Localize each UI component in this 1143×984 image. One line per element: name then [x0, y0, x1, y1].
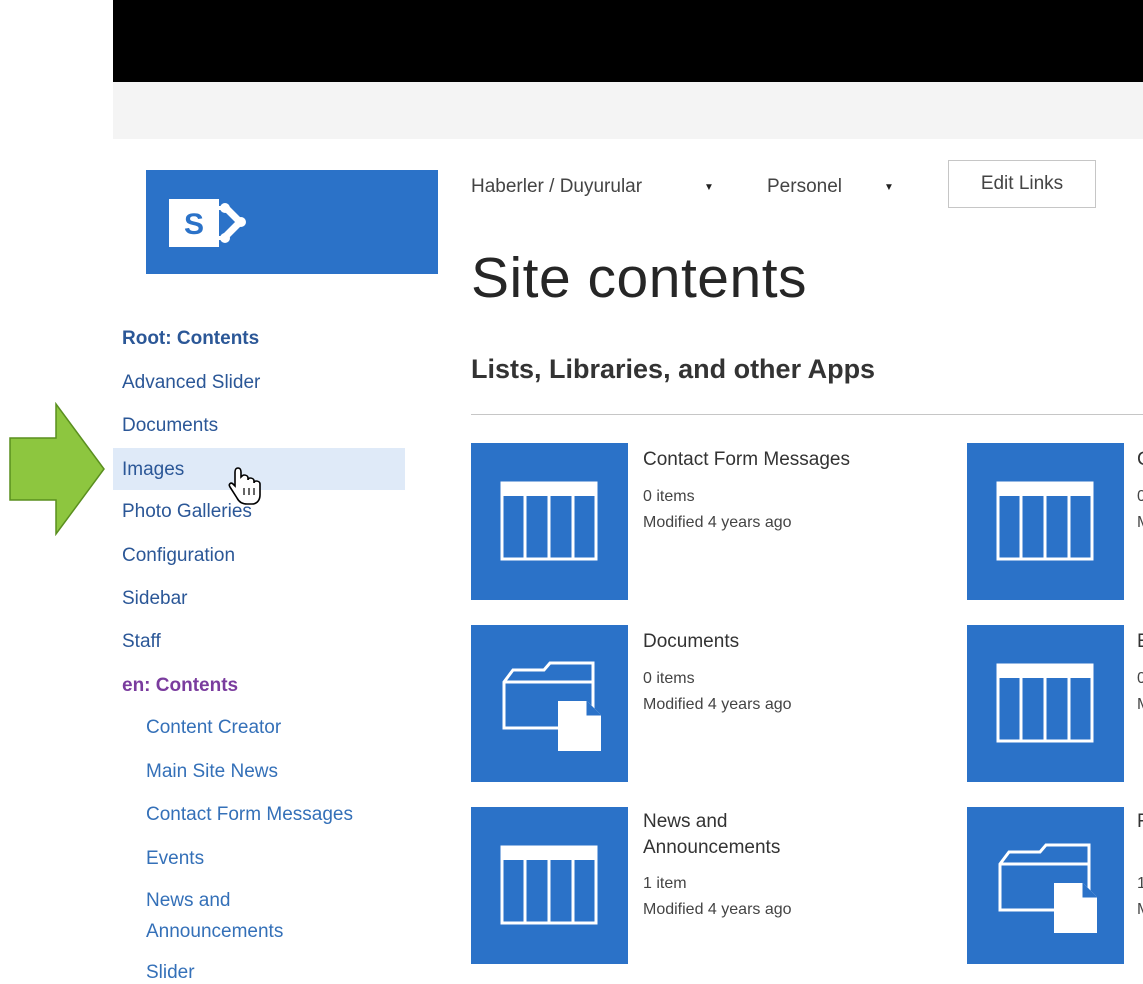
tile-modified: Modified 4 years ago — [643, 696, 792, 713]
nav-item-images[interactable]: Images — [122, 459, 184, 481]
hand-cursor-icon — [228, 467, 261, 505]
nav-item-documents[interactable]: Documents — [122, 415, 218, 437]
tile-title[interactable]: Documents — [643, 629, 739, 655]
green-arrow-annotation — [9, 402, 105, 536]
nav-item-slider[interactable]: Slider — [146, 962, 195, 984]
tile-title[interactable]: F — [1137, 809, 1143, 835]
app-tile-partial[interactable] — [967, 443, 1124, 600]
tile-modified: Modified 4 years ago — [643, 901, 792, 918]
chevron-down-icon[interactable]: ▼ — [884, 182, 894, 193]
nav-item-advanced-slider[interactable]: Advanced Slider — [122, 372, 260, 394]
nav-item-news-and-announcements[interactable]: News and — [146, 890, 231, 912]
list-icon — [500, 481, 598, 561]
app-tile-partial[interactable] — [967, 625, 1124, 782]
tile-modified: M — [1137, 510, 1143, 536]
tile-modified: M — [1137, 897, 1143, 923]
top-nav-item-haberler[interactable]: Haberler / Duyurular — [471, 176, 642, 198]
nav-item-configuration[interactable]: Configuration — [122, 545, 235, 567]
app-tile-contact-form-messages[interactable] — [471, 443, 628, 600]
page-title: Site contents — [471, 246, 808, 310]
list-icon — [500, 845, 598, 925]
top-nav-item-personel[interactable]: Personel — [767, 176, 842, 198]
ribbon-bar — [113, 82, 1143, 139]
nav-heading-en[interactable]: en: Contents — [122, 675, 238, 697]
tile-item-count: 0 — [1137, 670, 1143, 687]
list-icon — [996, 663, 1094, 743]
site-logo[interactable]: S — [146, 170, 438, 274]
nav-item-content-creator[interactable]: Content Creator — [146, 717, 281, 739]
app-tile-news-and-announcements[interactable] — [471, 807, 628, 964]
sharepoint-logo-icon: S — [169, 199, 246, 247]
tile-item-count: 1 item — [643, 875, 687, 892]
edit-links-button[interactable]: Edit Links — [948, 160, 1096, 208]
divider — [471, 414, 1143, 415]
section-title: Lists, Libraries, and other Apps — [471, 354, 876, 384]
app-tile-partial[interactable] — [967, 807, 1124, 964]
folder-document-icon — [502, 661, 601, 751]
tile-modified: M — [1137, 692, 1143, 718]
tile-title-line2[interactable]: Announcements — [643, 835, 780, 861]
nav-item-main-site-news[interactable]: Main Site News — [146, 761, 278, 783]
list-icon — [996, 481, 1094, 561]
tile-item-count: 1 — [1137, 875, 1143, 892]
chevron-down-icon[interactable]: ▼ — [704, 182, 714, 193]
tile-item-count: 0 — [1137, 488, 1143, 505]
nav-item-events[interactable]: Events — [146, 848, 204, 870]
suite-bar — [113, 0, 1143, 82]
svg-text:S: S — [184, 208, 204, 241]
tile-modified: Modified 4 years ago — [643, 514, 792, 531]
tile-title[interactable]: News and — [643, 809, 728, 835]
tile-title[interactable]: C — [1137, 447, 1143, 473]
tile-title[interactable]: Contact Form Messages — [643, 447, 850, 473]
tile-item-count: 0 items — [643, 488, 695, 505]
nav-item-sidebar[interactable]: Sidebar — [122, 588, 188, 610]
folder-document-icon — [998, 843, 1097, 933]
nav-item-staff[interactable]: Staff — [122, 631, 161, 653]
tile-title[interactable]: E — [1137, 629, 1143, 655]
app-tile-documents[interactable] — [471, 625, 628, 782]
nav-item-news-and-announcements-line2[interactable]: Announcements — [146, 921, 283, 943]
tile-item-count: 0 items — [643, 670, 695, 687]
nav-heading-root[interactable]: Root: Contents — [122, 328, 259, 350]
nav-item-contact-form-messages[interactable]: Contact Form Messages — [146, 804, 353, 826]
